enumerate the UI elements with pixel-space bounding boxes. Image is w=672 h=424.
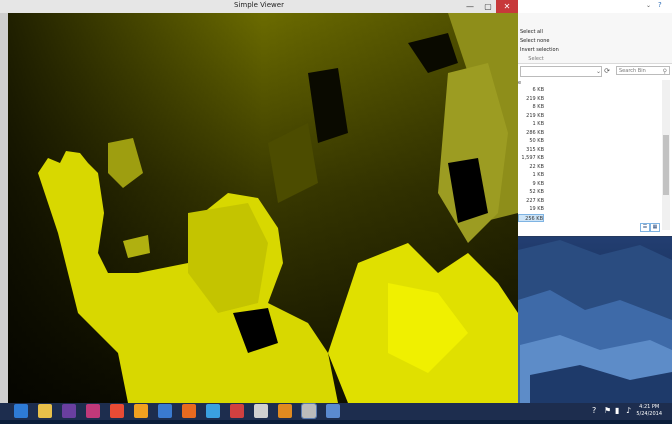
help-tray-icon[interactable]: ? (592, 406, 596, 415)
ribbon: Select all Select none Invert selection … (518, 13, 672, 64)
file-size-row[interactable]: 227 KB (518, 197, 544, 206)
file-size-row[interactable]: 1 KB (518, 120, 544, 129)
address-dropdown-icon[interactable]: ⌄ (596, 67, 601, 76)
search-input[interactable]: Search Bin ⚲ (616, 66, 670, 75)
details-view-icon[interactable]: ☰ (640, 223, 650, 232)
close-button[interactable]: ✕ (496, 0, 518, 13)
search-icon: ⚲ (662, 68, 667, 75)
viewer-title: Simple Viewer (234, 1, 284, 9)
refresh-icon[interactable]: ⟳ (602, 66, 612, 76)
paint-icon[interactable] (206, 404, 220, 418)
taskbar: ? ⚑ ▮ ♪ 4:21 PM 5/24/2014 (0, 403, 672, 420)
invert-selection-button[interactable]: Invert selection (520, 47, 559, 53)
file-size-row[interactable]: 315 KB (518, 146, 544, 155)
help-icon[interactable]: ? (658, 1, 662, 9)
file-size-row[interactable]: 1 KB (518, 171, 544, 180)
scrollbar-thumb[interactable] (663, 135, 669, 195)
select-all-button[interactable]: Select all (520, 29, 543, 35)
file-size-row[interactable]: 219 KB (518, 112, 544, 121)
ribbon-group-label: Select (528, 56, 544, 62)
simple-viewer-window: Simple Viewer — ▢ ✕ (0, 0, 518, 403)
minimize-button[interactable]: — (462, 0, 478, 13)
depth-image-canvas[interactable] (8, 13, 518, 403)
ie-icon[interactable] (14, 404, 28, 418)
mail-icon[interactable] (158, 404, 172, 418)
volume-tray-icon[interactable]: ♪ (626, 406, 631, 415)
file-size-row[interactable]: 9 KB (518, 180, 544, 189)
video-icon[interactable] (326, 404, 340, 418)
blender-icon[interactable] (278, 404, 292, 418)
file-size-row[interactable]: 286 KB (518, 129, 544, 138)
file-size-list: 6 KB 219 KB 8 KB 219 KB 1 KB 286 KB 50 KB 315 K… (518, 86, 544, 222)
network-tray-icon[interactable]: ▮ (615, 406, 619, 415)
photo-app-icon[interactable] (62, 404, 76, 418)
address-bar[interactable]: ⌄ (520, 66, 602, 77)
maximize-button[interactable]: ▢ (480, 0, 496, 13)
clock-time: 4:21 PM (639, 404, 660, 410)
viewer-task-icon[interactable] (301, 403, 317, 419)
shell-icon[interactable] (254, 404, 268, 418)
java-icon[interactable] (230, 404, 244, 418)
file-size-row[interactable]: 52 KB (518, 188, 544, 197)
file-size-row[interactable]: 256 KB (518, 213, 544, 222)
chrome-icon[interactable] (110, 404, 124, 418)
explorer-title-bar[interactable]: ⌄ ? (518, 0, 672, 13)
file-size-row[interactable]: 8 KB (518, 103, 544, 112)
media-player-icon[interactable] (182, 404, 196, 418)
explorer-bottom-border (518, 236, 672, 237)
file-size-row[interactable]: 6 KB (518, 86, 544, 95)
media-app-icon[interactable] (86, 404, 100, 418)
winamp-icon[interactable] (134, 404, 148, 418)
ribbon-collapse-chevron-icon[interactable]: ⌄ (646, 2, 651, 9)
large-icons-view-icon[interactable]: ▦ (650, 223, 660, 232)
search-placeholder: Search Bin (619, 68, 646, 74)
vertical-scrollbar[interactable] (662, 80, 670, 230)
file-size-row[interactable]: 50 KB (518, 137, 544, 146)
file-size-row[interactable]: 19 KB (518, 205, 544, 214)
flag-tray-icon[interactable]: ⚑ (604, 406, 611, 415)
viewer-title-bar[interactable]: Simple Viewer — ▢ ✕ (0, 0, 518, 13)
file-explorer-icon[interactable] (38, 404, 52, 418)
file-size-row[interactable]: 22 KB (518, 163, 544, 172)
file-size-row[interactable]: 1,597 KB (518, 154, 544, 163)
clock-date: 5/24/2014 (636, 411, 662, 417)
file-size-row[interactable]: 219 KB (518, 95, 544, 104)
system-clock[interactable]: 4:21 PM 5/24/2014 (636, 404, 662, 418)
select-none-button[interactable]: Select none (520, 38, 550, 44)
file-explorer-window: ⌄ ? Select all Select none Invert select… (518, 0, 672, 236)
